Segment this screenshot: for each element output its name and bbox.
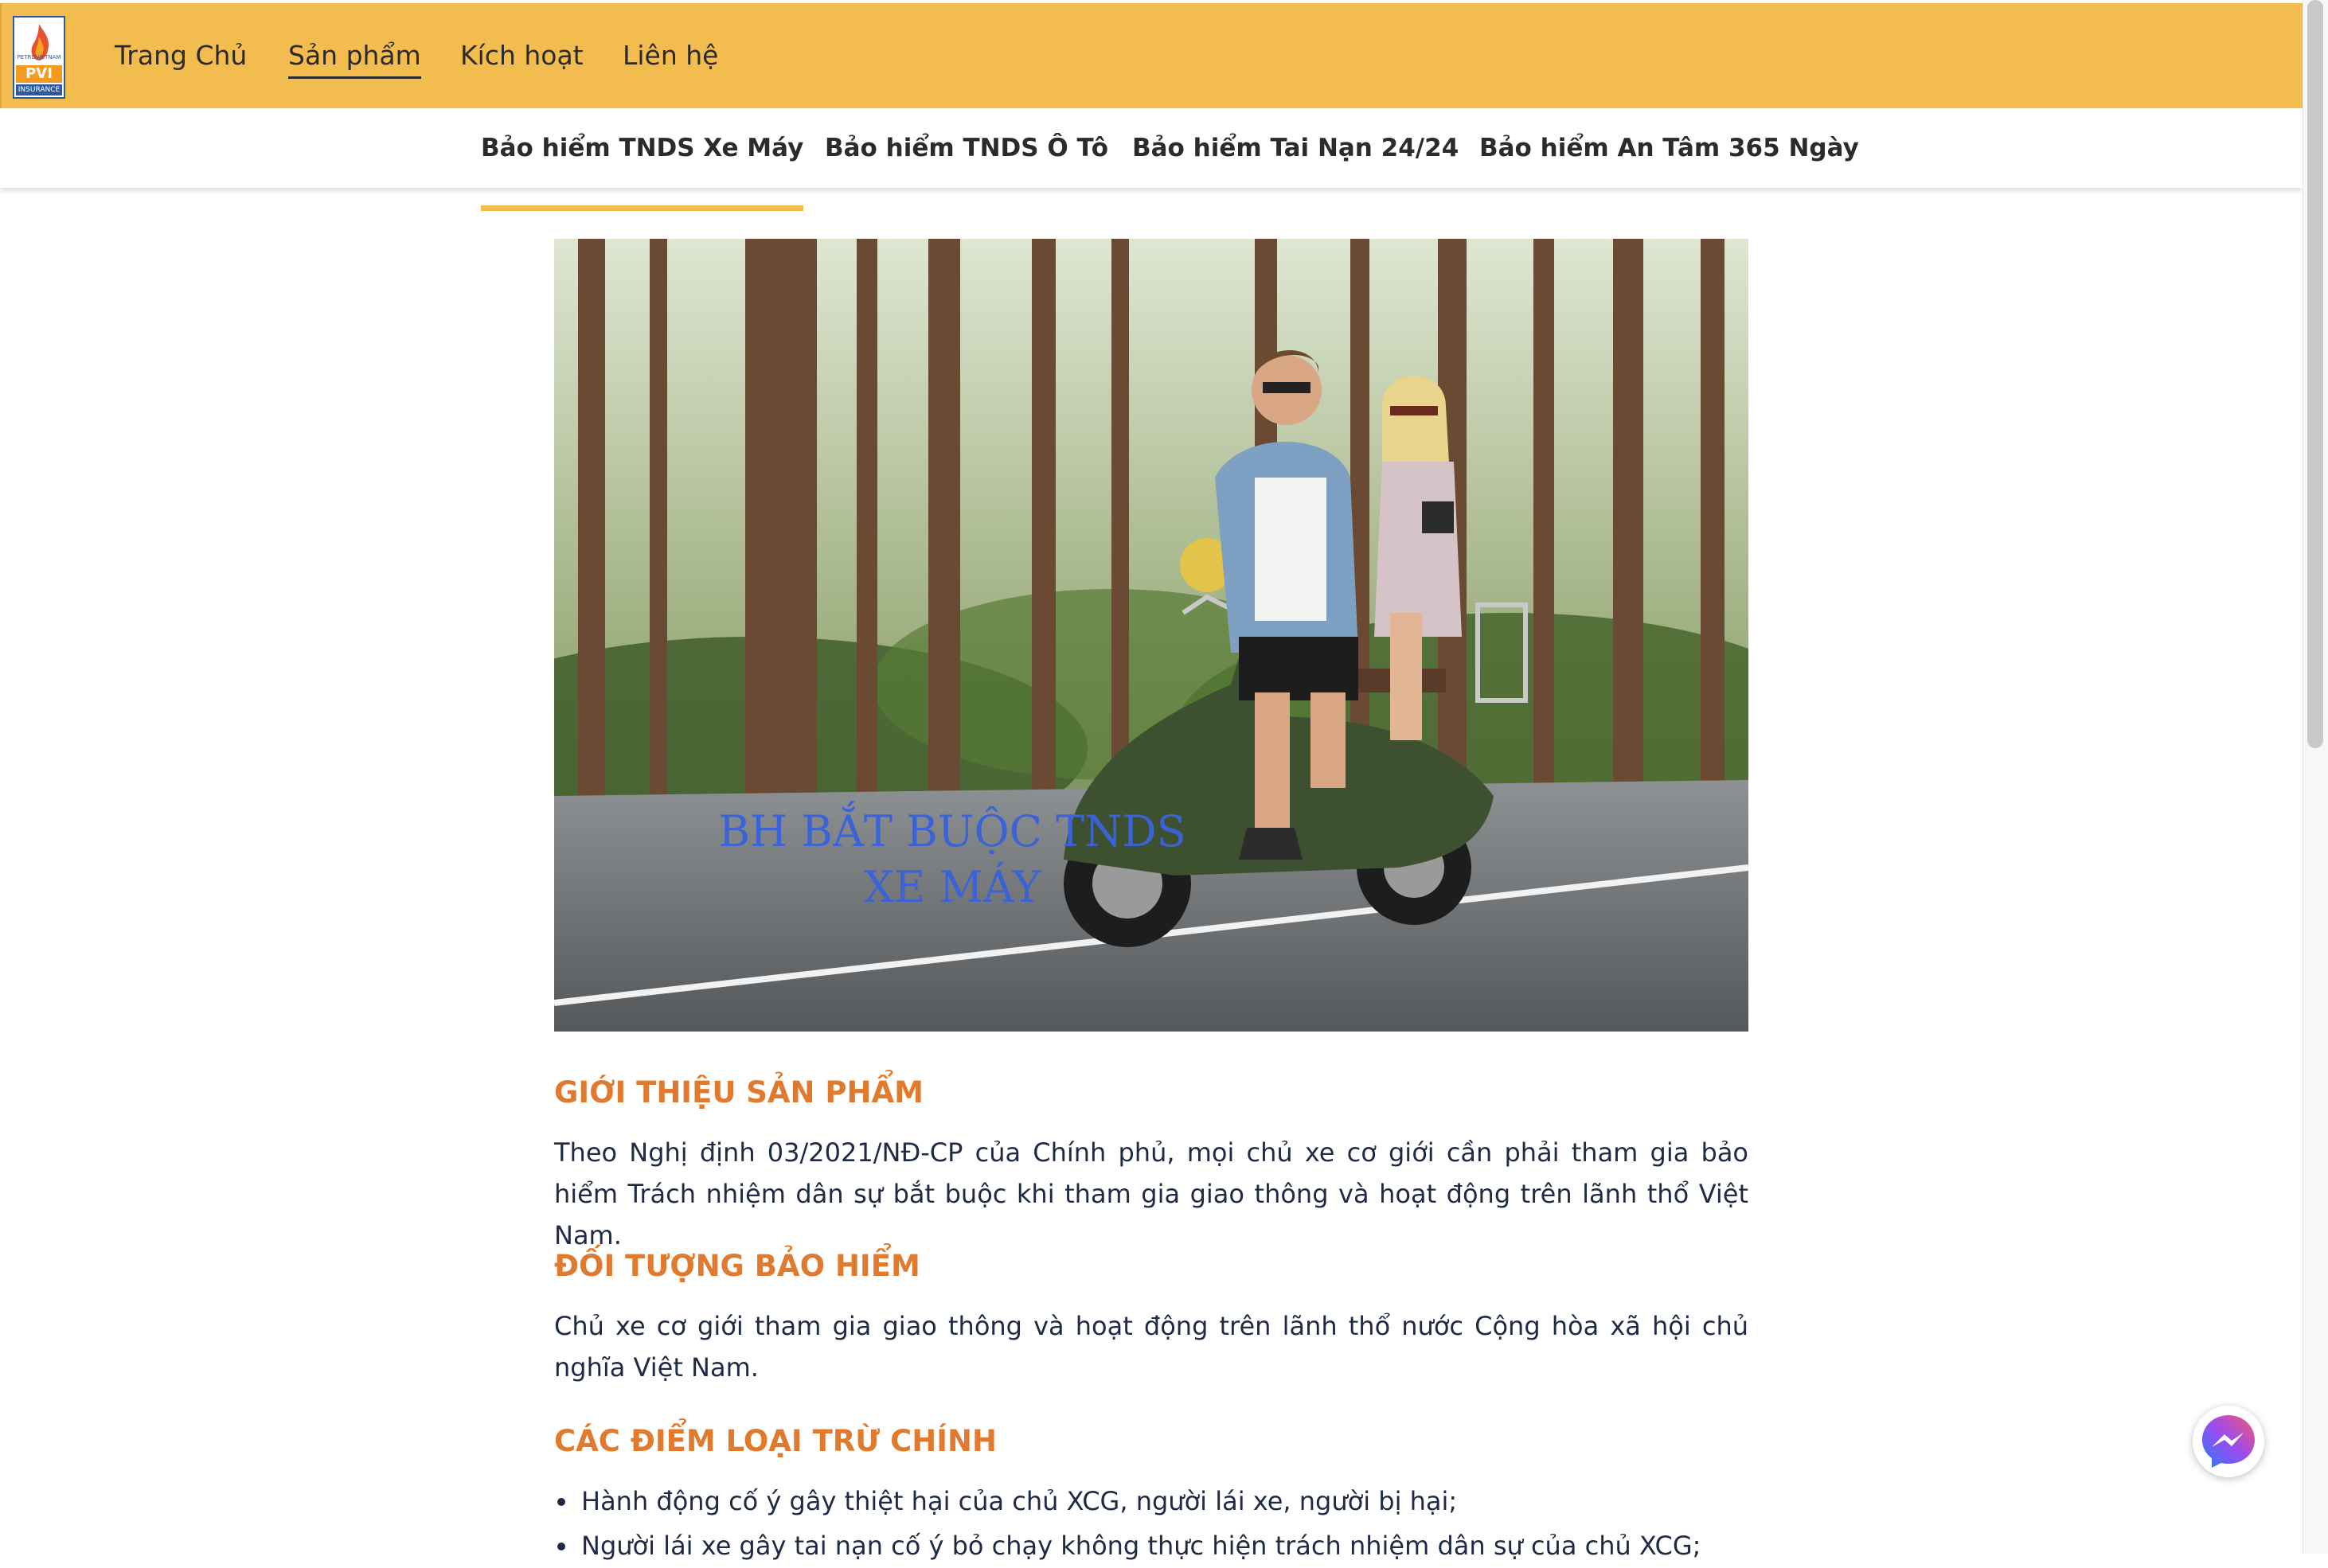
messenger-chat-button[interactable] xyxy=(2193,1406,2264,1477)
product-tabs: Bảo hiểm TNDS Xe Máy Bảo hiểm TNDS Ô Tô … xyxy=(0,108,2303,211)
hero-banner: BH BẮT BUỘC TNDS XE MÁY xyxy=(554,239,1748,1032)
tab-an-tam[interactable]: Bảo hiểm An Tâm 365 Ngày xyxy=(1479,132,1859,164)
heading-doi-tuong: ĐỐI TƯỢNG BẢO HIỂM xyxy=(554,1249,920,1283)
top-header: PETROVIETNAM PVI INSURANCE Trang Chủ Sản… xyxy=(0,3,2304,108)
pvi-logo[interactable]: PETROVIETNAM PVI INSURANCE xyxy=(13,16,65,99)
hero-caption-line2: XE MÁY xyxy=(863,862,1041,912)
heading-gioi-thieu: GIỚI THIỆU SẢN PHẨM xyxy=(554,1075,924,1110)
heading-loai-tru: CÁC ĐIỂM LOẠI TRỪ CHÍNH xyxy=(554,1424,997,1458)
logo-sub: INSURANCE xyxy=(16,84,62,96)
messenger-icon xyxy=(2202,1415,2255,1468)
text-doi-tuong: Chủ xe cơ giới tham gia giao thông và ho… xyxy=(554,1311,1748,1383)
text-gioi-thieu: Theo Nghị định 03/2021/NĐ-CP của Chính p… xyxy=(554,1137,1748,1250)
hero-caption-line1: BH BẮT BUỘC TNDS xyxy=(718,806,1186,856)
tab-tnds-o-to[interactable]: Bảo hiểm TNDS Ô Tô xyxy=(825,132,1108,164)
logo-tagline: PETROVIETNAM xyxy=(17,54,61,60)
tab-tai-nan[interactable]: Bảo hiểm Tai Nạn 24/24 xyxy=(1132,132,1459,164)
nav-san-pham[interactable]: Sản phẩm xyxy=(288,38,421,79)
list-loai-tru: Hành động cố ý gây thiệt hại của chủ XCG… xyxy=(554,1479,1748,1568)
scrollbar-thumb[interactable] xyxy=(2307,0,2323,748)
nav-trang-chu[interactable]: Trang Chủ xyxy=(115,38,247,73)
list-item: Hành động cố ý gây thiệt hại của chủ XCG… xyxy=(554,1479,1748,1523)
logo-brand: PVI xyxy=(16,65,62,83)
list-item: Người lái xe gây tai nạn cố ý bỏ chạy kh… xyxy=(554,1523,1748,1568)
nav-lien-he[interactable]: Liên hệ xyxy=(623,38,718,73)
tab-tnds-xe-may[interactable]: Bảo hiểm TNDS Xe Máy xyxy=(481,132,804,211)
nav-kich-hoat[interactable]: Kích hoạt xyxy=(460,38,584,73)
